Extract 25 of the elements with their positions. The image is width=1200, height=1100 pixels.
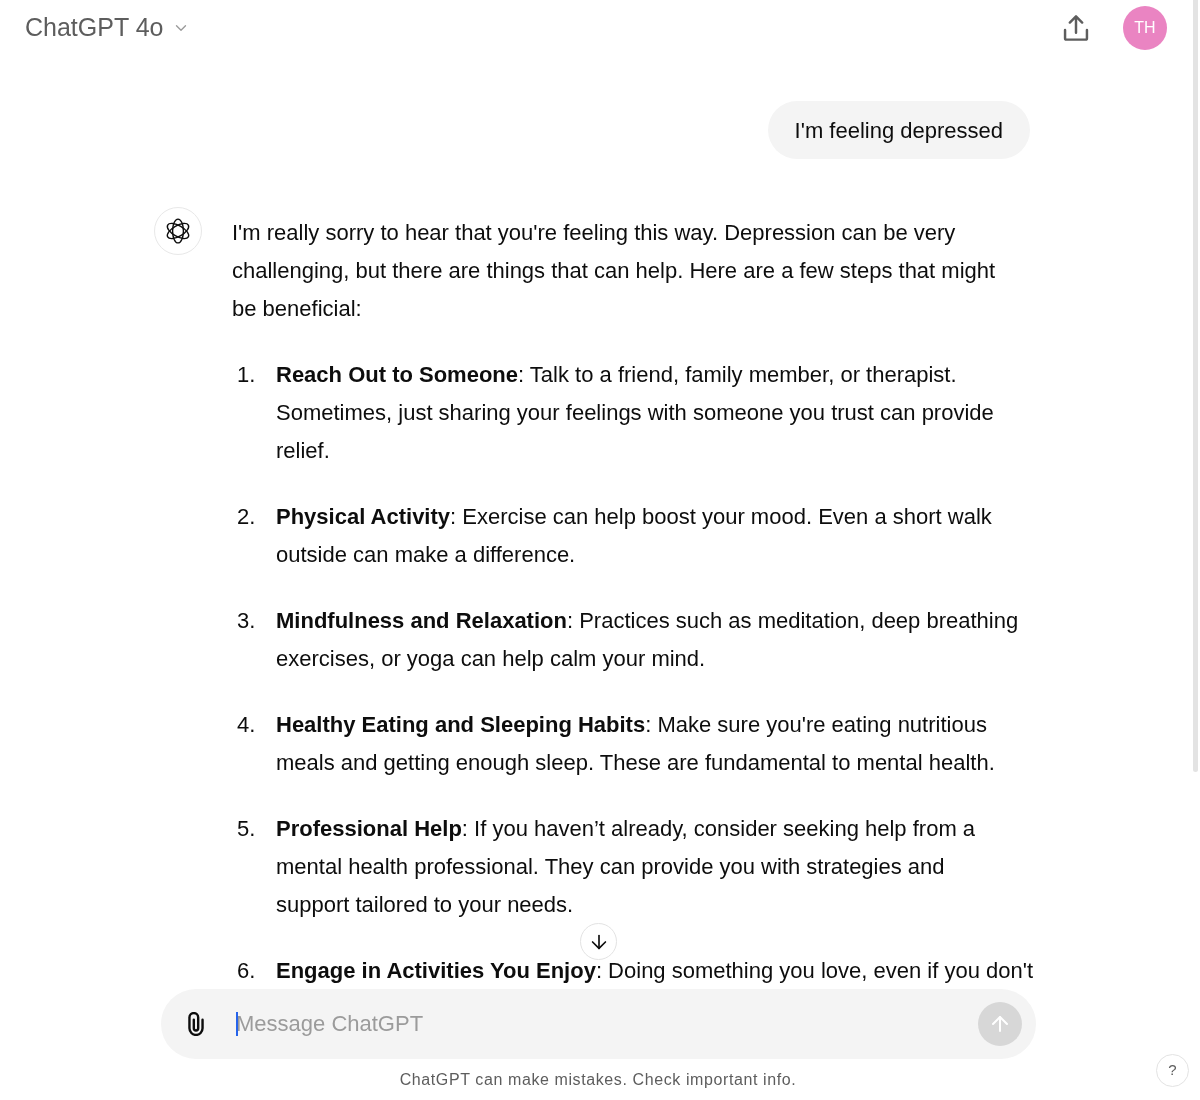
list-item-text: Physical Activity: Exercise can help boost your mood. Even a short walk outside can make a difference. (276, 503, 993, 569)
scrollbar-thumb[interactable] (1193, 0, 1198, 772)
list-number: 4. (237, 711, 257, 739)
scroll-down-button[interactable] (580, 923, 617, 960)
list-item-text: Mindfulness and Relaxation: Practices such as meditation, deep breathing exercises, or yoga can help calm your mind. (276, 607, 1020, 673)
list-item-text: Reach Out to Someone: Talk to a friend, family member, or therapist. Sometimes, just sharing your feelings with someone you trust can provide relief. (276, 361, 995, 465)
share-icon (1063, 15, 1089, 41)
paperclip-icon (188, 1012, 204, 1036)
help-button[interactable]: ? (1156, 1054, 1189, 1087)
message-input[interactable]: Message ChatGPT (236, 1006, 978, 1042)
list-number: 1. (237, 361, 257, 389)
list-number: 6. (237, 957, 257, 985)
list-item-text: Professional Help: If you haven’t already, consider seeking help from a mental health professional. They can provide you with strategies and support tailored to your needs. (276, 815, 977, 919)
message-composer[interactable]: Message ChatGPT (161, 989, 1036, 1059)
text-cursor (236, 1012, 238, 1036)
model-selector[interactable]: ChatGPT 4o (25, 9, 190, 47)
list-number: 5. (237, 815, 257, 843)
disclaimer-text: ChatGPT can make mistakes. Check important info. (398, 1070, 798, 1090)
list-item-text: Healthy Eating and Sleeping Habits: Make sure you're eating nutritious meals and getting enough sleep. These are fundamental to mental health. (276, 711, 996, 777)
atom-logo-icon (165, 218, 191, 244)
list-item-text: Engage in Activities You Enjoy: Doing something you love, even if you don't (276, 957, 1034, 985)
assistant-paragraph: I'm really sorry to hear that you're feeling this way. Depression can be very challenging, but there are things that can help. Here are a few steps that might be beneficial: (232, 219, 997, 323)
list-number: 3. (237, 607, 257, 635)
user-message-bubble: I'm feeling depressed (767, 101, 1030, 159)
list-number: 2. (237, 503, 257, 531)
